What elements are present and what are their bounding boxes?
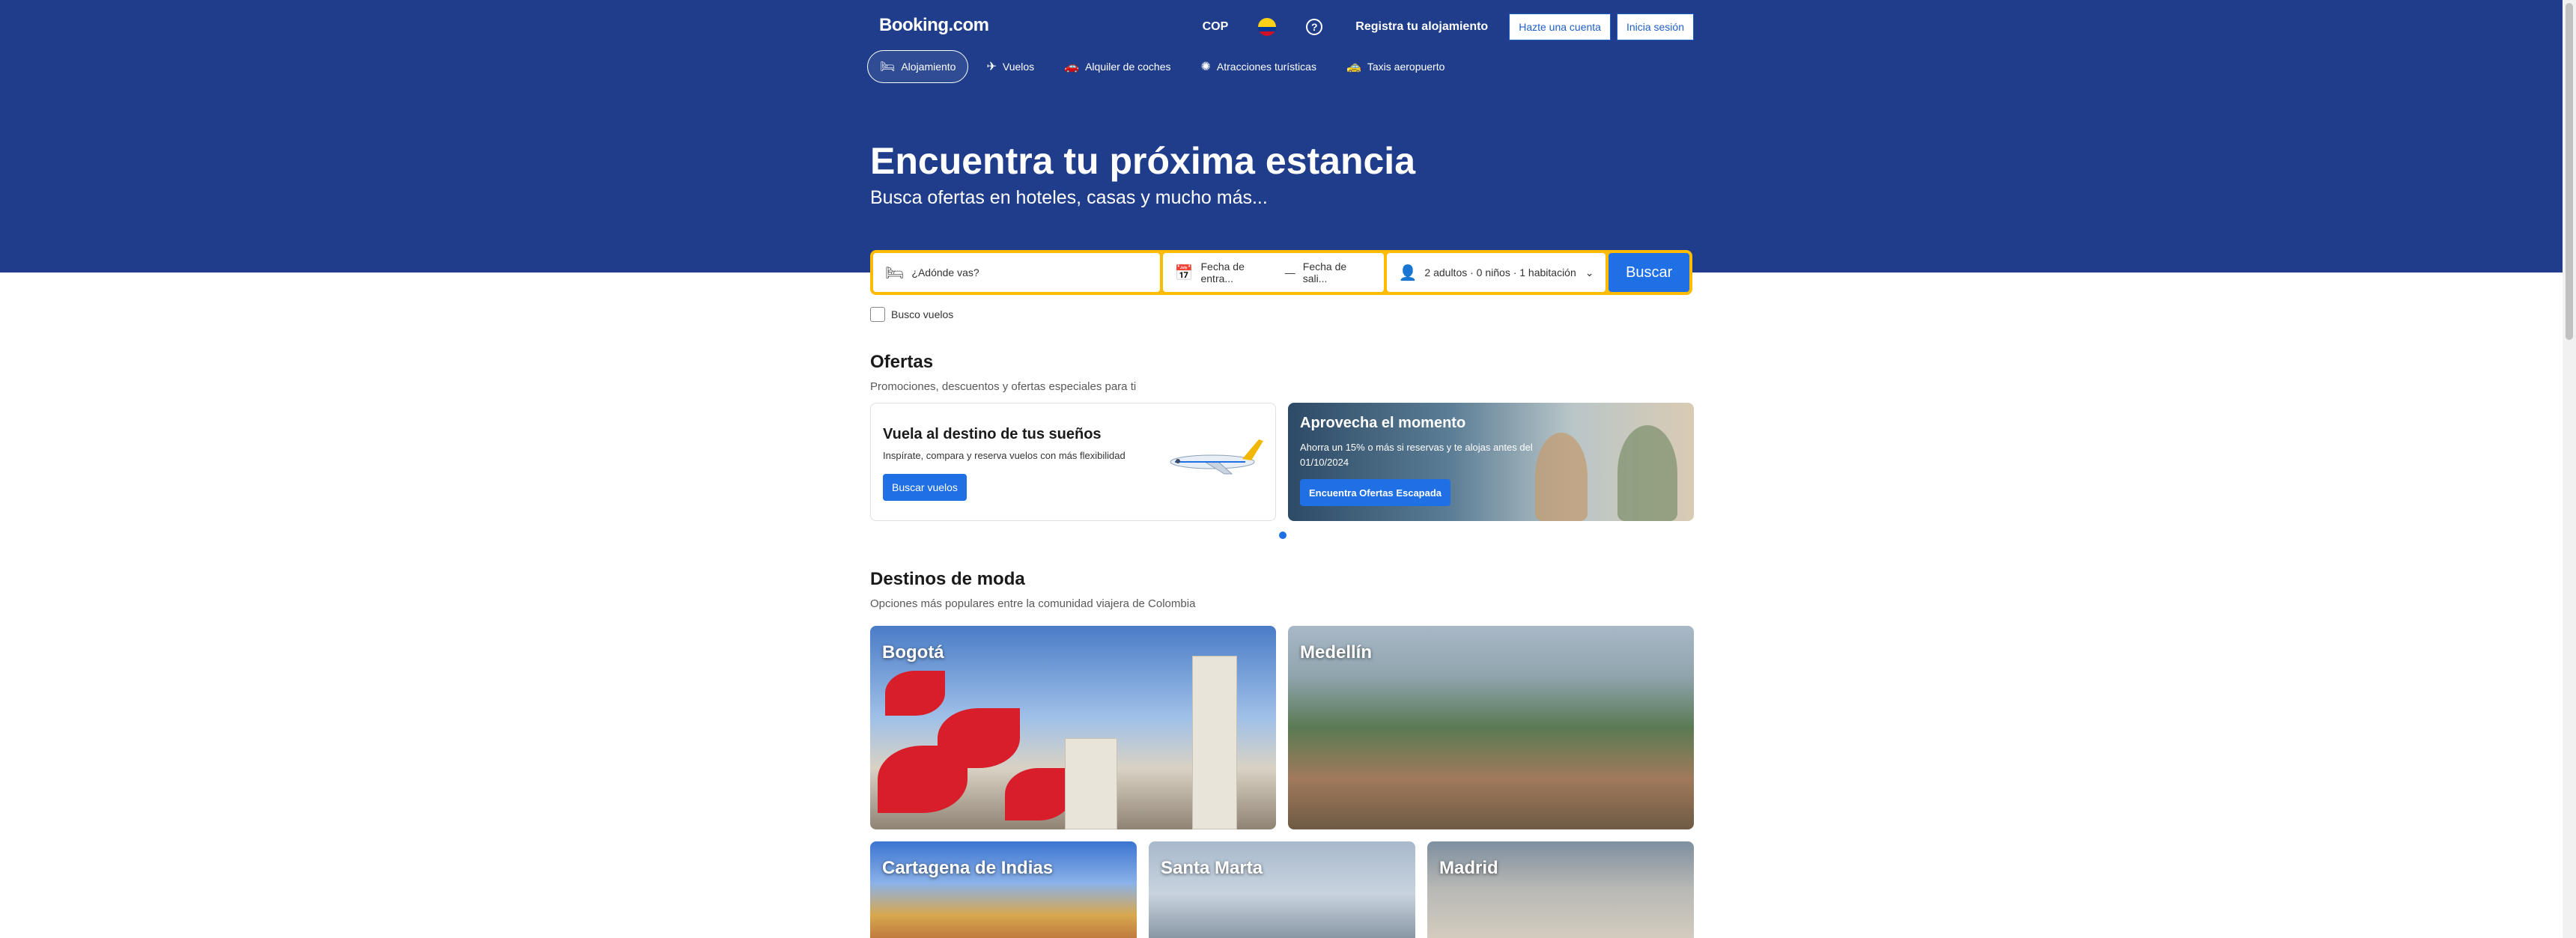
destination-name: Madrid [1439,858,1498,878]
destination-name: Medellín [1300,642,1373,663]
colombia-flag-icon[interactable] [1258,18,1277,36]
carousel-dot[interactable] [1279,532,1287,539]
leaves-decoration [1005,768,1072,820]
offer-title: Vuela al destino de tus sueños [883,426,1102,442]
top-bar: Booking.com COP ? Registra tu alojamient… [867,0,1694,52]
person-image-2 [1617,425,1677,521]
search-flights-button[interactable]: Buscar vuelos [883,474,967,501]
signup-button[interactable]: Hazte una cuenta [1509,13,1611,40]
calendar-icon: 📅 [1174,264,1194,281]
chevron-down-icon: ⌄ [1585,266,1594,278]
help-icon[interactable]: ? [1306,19,1323,35]
destination-card-madrid[interactable]: Madrid [1427,841,1694,938]
tab-atracciones[interactable]: ✺ Atracciones turísticas [1189,50,1328,83]
dates-field[interactable]: 📅 Fecha de entra... — Fecha de sali... [1162,253,1384,292]
leaves-decoration [878,746,967,813]
destination-input[interactable]: ¿Adónde vas? [911,267,979,278]
flights-checkbox[interactable]: Busco vuelos [870,307,953,322]
page-scrollbar[interactable] [2563,0,2576,938]
bed-icon: 🛏 [885,264,905,281]
offer-title: Aprovecha el momento [1300,415,1466,431]
checkbox-box[interactable] [870,307,885,322]
cathedral-tower [1192,656,1237,829]
destination-name: Cartagena de Indias [882,858,1054,878]
hero-title: Encuentra tu próxima estancia [870,140,1416,182]
find-getaway-deals-button[interactable]: Encuentra Ofertas Escapada [1300,479,1451,506]
destination-card-bogota[interactable]: Bogotá [870,626,1276,829]
offer-card-getaway[interactable]: Aprovecha el momento Ahorra un 15% o más… [1288,403,1694,521]
search-bar: 🛏 ¿Adónde vas? 📅 Fecha de entra... — Fec… [870,250,1692,295]
search-button[interactable]: Buscar [1609,253,1689,292]
offer-text: Ahorra un 15% o más si reservas y te alo… [1300,442,1533,468]
checkout-date[interactable]: Fecha de sali... [1303,261,1372,284]
booking-logo[interactable]: Booking.com [879,15,989,36]
register-property-link[interactable]: Registra tu alojamiento [1355,20,1488,34]
destination-name: Santa Marta [1161,858,1263,878]
guests-wrap: 👤 2 adultos · 0 niños · 1 habitación [1399,264,1576,282]
leaves-decoration [885,671,945,716]
tab-taxis[interactable]: 🚕 Taxis aeropuerto [1334,50,1456,83]
signin-button[interactable]: Inicia sesión [1616,13,1694,40]
tab-label: Atracciones turísticas [1216,61,1316,73]
tab-label: Vuelos [1002,61,1035,73]
tab-alojamiento[interactable]: 🛏 Alojamiento [867,50,969,83]
destination-card-cartagena[interactable]: Cartagena de Indias [870,841,1137,938]
trending-title: Destinos de moda [870,569,1025,589]
scrollbar-thumb[interactable] [2566,3,2573,340]
product-nav: 🛏 Alojamiento ✈ Vuelos 🚗 Alquiler de coc… [867,49,1694,84]
tab-label: Alojamiento [901,61,956,73]
person-icon: 👤 [1398,264,1418,281]
guests-value: 2 adultos · 0 niños · 1 habitación [1424,267,1576,278]
offer-card-flights[interactable]: Vuela al destino de tus sueños Inspírate… [870,403,1276,521]
destination-name: Bogotá [882,642,944,663]
checkin-date[interactable]: Fecha de entra... [1200,261,1277,284]
bed-icon: 🛏 [880,61,896,73]
trending-subtitle: Opciones más populares entre la comunida… [870,597,1196,610]
offer-text: Inspírate, compara y reserva vuelos con … [883,450,1126,461]
tab-vuelos[interactable]: ✈ Vuelos [974,50,1046,83]
tab-label: Taxis aeropuerto [1367,61,1445,73]
top-bar-actions: COP ? Registra tu alojamiento Hazte una … [1203,13,1694,40]
tab-alquiler-coches[interactable]: 🚗 Alquiler de coches [1052,50,1182,83]
destination-card-santa-marta[interactable]: Santa Marta [1149,841,1415,938]
date-separator: — [1284,267,1295,278]
destination-card-medellin[interactable]: Medellín [1288,626,1694,829]
flights-checkbox-label: Busco vuelos [891,308,954,320]
attractions-icon: ✺ [1200,61,1211,73]
offers-subtitle: Promociones, descuentos y ofertas especi… [870,380,1137,393]
car-icon: 🚗 [1064,61,1080,73]
destination-field[interactable]: 🛏 ¿Adónde vas? [873,253,1160,292]
airplane-illustration [1170,439,1263,475]
cathedral-tower [1065,738,1117,829]
currency-selector[interactable]: COP [1203,20,1229,34]
taxi-icon: 🚕 [1346,61,1361,73]
hero-subtitle: Busca ofertas en hoteles, casas y mucho … [870,187,1268,208]
guests-field[interactable]: 👤 2 adultos · 0 niños · 1 habitación ⌄ [1386,253,1606,292]
tab-label: Alquiler de coches [1085,61,1171,73]
offers-title: Ofertas [870,352,934,372]
plane-icon: ✈ [986,61,997,73]
